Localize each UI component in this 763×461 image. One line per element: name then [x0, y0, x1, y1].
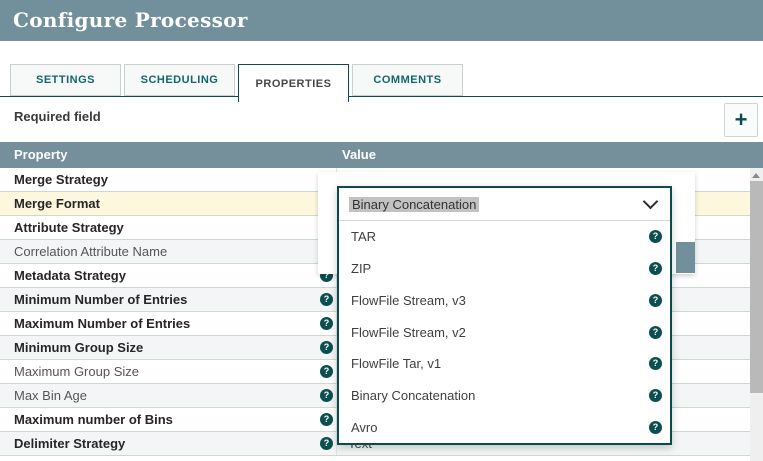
property-cell: Delimiter Strategy ?	[0, 432, 337, 455]
help-icon[interactable]: ?	[320, 389, 333, 402]
chevron-down-icon	[643, 194, 659, 210]
scroll-up-icon[interactable]	[752, 173, 760, 178]
help-icon[interactable]: ?	[649, 262, 662, 275]
dropdown-option[interactable]: TAR ?	[339, 221, 670, 253]
help-icon[interactable]: ?	[649, 294, 662, 307]
property-label: Merge Strategy	[14, 168, 108, 191]
option-label: Avro	[351, 420, 378, 435]
property-label: Maximum Group Size	[14, 360, 139, 383]
property-label: Attribute Strategy	[14, 216, 124, 239]
option-label: FlowFile Tar, v1	[351, 356, 441, 371]
property-cell: Maximum Group Size ?	[0, 360, 337, 383]
option-label: ZIP	[351, 261, 371, 276]
option-label: FlowFile Stream, v2	[351, 325, 466, 340]
dropdown-option[interactable]: FlowFile Stream, v2 ?	[339, 316, 670, 348]
help-icon[interactable]: ?	[649, 357, 662, 370]
help-icon[interactable]: ?	[320, 365, 333, 378]
property-cell: Maximum Number of Entries ?	[0, 312, 337, 335]
dialog-title: Configure Processor	[0, 0, 763, 41]
property-cell: Metadata Strategy ?	[0, 264, 337, 287]
scrollbar-thumb[interactable]	[750, 181, 763, 393]
option-label: FlowFile Stream, v3	[351, 293, 466, 308]
tab-scheduling[interactable]: SCHEDULING	[124, 64, 235, 96]
property-cell: Merge Strategy ?	[0, 168, 337, 191]
help-icon[interactable]: ?	[649, 389, 662, 402]
property-label: Maximum Number of Entries	[14, 312, 190, 335]
help-icon[interactable]: ?	[320, 413, 333, 426]
help-icon[interactable]: ?	[649, 421, 662, 434]
property-label: Max Bin Age	[14, 384, 87, 407]
help-icon[interactable]: ?	[320, 437, 333, 450]
property-cell: Minimum Group Size ?	[0, 336, 337, 359]
property-label: Correlation Attribute Name	[14, 240, 167, 263]
help-icon[interactable]: ?	[320, 341, 333, 354]
combo-selected-value[interactable]: Binary Concatenation	[339, 188, 670, 221]
table-scrollbar[interactable]	[750, 168, 763, 461]
property-label: Maximum number of Bins	[14, 408, 173, 431]
dropdown-options: TAR ? ZIP ? FlowFile Stream, v3 ? FlowFi…	[339, 221, 670, 443]
property-label: Minimum Number of Entries	[14, 288, 187, 311]
merge-format-combo: Binary Concatenation TAR ? ZIP ? FlowFil…	[337, 186, 672, 445]
tab-bar: SETTINGSSCHEDULINGPROPERTIESCOMMENTS	[0, 64, 763, 97]
property-label: Delimiter Strategy	[14, 432, 125, 455]
dropdown-option[interactable]: Binary Concatenation ?	[339, 380, 670, 412]
property-label: Minimum Group Size	[14, 336, 143, 359]
column-header-value: Value	[342, 142, 376, 168]
dialog-titlebar: Configure Processor	[0, 0, 763, 41]
option-label: Binary Concatenation	[351, 388, 475, 403]
dropdown-option[interactable]: FlowFile Tar, v1 ?	[339, 348, 670, 380]
property-cell: Maximum number of Bins ?	[0, 408, 337, 431]
combo-value-text: Binary Concatenation	[349, 197, 479, 212]
help-icon[interactable]: ?	[649, 230, 662, 243]
required-field-label: Required field	[14, 109, 101, 124]
tab-settings[interactable]: SETTINGS	[10, 64, 121, 96]
property-cell: Minimum Number of Entries ?	[0, 288, 337, 311]
plus-icon: +	[735, 109, 748, 131]
option-label: TAR	[351, 229, 376, 244]
dropdown-option[interactable]: FlowFile Stream, v3 ?	[339, 284, 670, 316]
add-property-button[interactable]: +	[724, 103, 758, 137]
ok-button[interactable]	[676, 242, 695, 273]
property-label: Metadata Strategy	[14, 264, 126, 287]
property-cell: Max Bin Age ?	[0, 384, 337, 407]
property-cell: Attribute Strategy ?	[0, 216, 337, 239]
dropdown-option[interactable]: ZIP ?	[339, 253, 670, 285]
property-cell: Correlation Attribute Name ?	[0, 240, 337, 263]
tab-comments[interactable]: COMMENTS	[352, 64, 463, 96]
help-icon[interactable]: ?	[320, 317, 333, 330]
tab-properties[interactable]: PROPERTIES	[238, 64, 349, 102]
column-header-property: Property	[14, 142, 67, 168]
dropdown-option[interactable]: Avro ?	[339, 411, 670, 443]
help-icon[interactable]: ?	[649, 326, 662, 339]
properties-table-header: Property Value	[0, 142, 763, 168]
property-cell: Merge Format ?	[0, 192, 337, 215]
help-icon[interactable]: ?	[320, 293, 333, 306]
property-label: Merge Format	[14, 192, 100, 215]
